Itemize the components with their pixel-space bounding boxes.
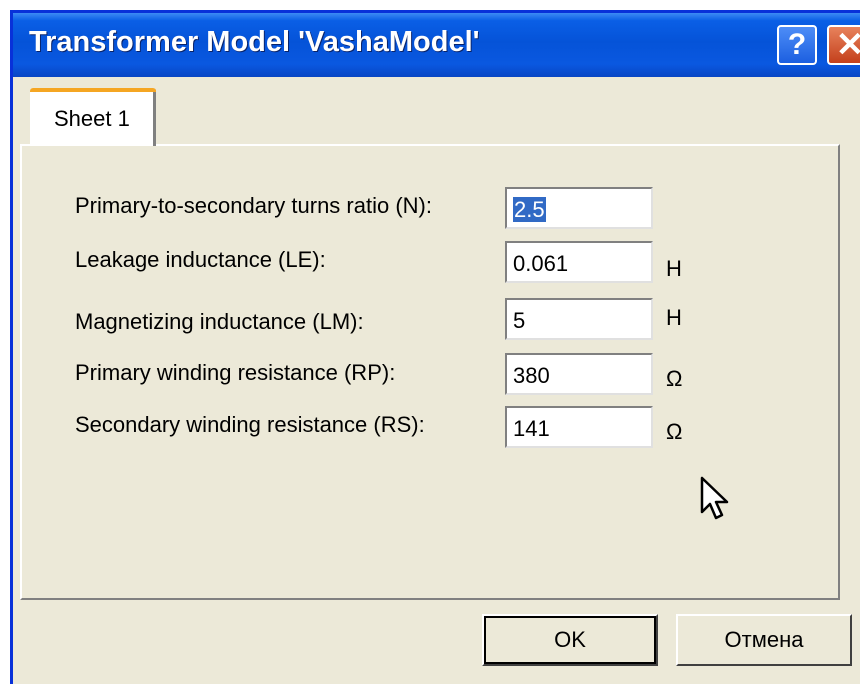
secondary-resistance-input[interactable]: 141	[505, 406, 653, 448]
tab-sheet-1[interactable]: Sheet 1	[30, 88, 156, 146]
mouse-pointer-icon	[700, 476, 729, 520]
secondary-resistance-unit: Ω	[666, 419, 683, 444]
close-icon: ✕	[835, 26, 860, 64]
magnetizing-inductance-input[interactable]: 5	[505, 298, 653, 340]
tab-label: Sheet 1	[54, 106, 130, 131]
magnetizing-inductance-unit: H	[666, 305, 682, 330]
turns-ratio-label: Primary-to-secondary turns ratio (N):	[75, 193, 432, 218]
help-button[interactable]: ?	[777, 25, 817, 65]
secondary-resistance-label: Secondary winding resistance (RS):	[75, 412, 425, 437]
turns-ratio-value: 2.5	[513, 197, 546, 222]
leakage-inductance-input[interactable]: 0.061	[505, 241, 653, 283]
leakage-inductance-label: Leakage inductance (LE):	[75, 247, 326, 272]
help-icon: ?	[787, 28, 807, 61]
cancel-button[interactable]: Отмена	[676, 614, 852, 666]
primary-resistance-label: Primary winding resistance (RP):	[75, 360, 396, 385]
window-title: Transformer Model 'VashaModel'	[29, 26, 480, 58]
primary-resistance-input[interactable]: 380	[505, 353, 653, 395]
close-button[interactable]: ✕	[827, 25, 860, 65]
magnetizing-inductance-label: Magnetizing inductance (LM):	[75, 309, 364, 334]
leakage-inductance-unit: H	[666, 256, 682, 281]
ok-button[interactable]: OK	[482, 614, 658, 666]
title-bar[interactable]: Transformer Model 'VashaModel' ? ✕	[13, 13, 860, 77]
turns-ratio-input[interactable]: 2.5	[505, 187, 653, 229]
primary-resistance-unit: Ω	[666, 366, 683, 391]
